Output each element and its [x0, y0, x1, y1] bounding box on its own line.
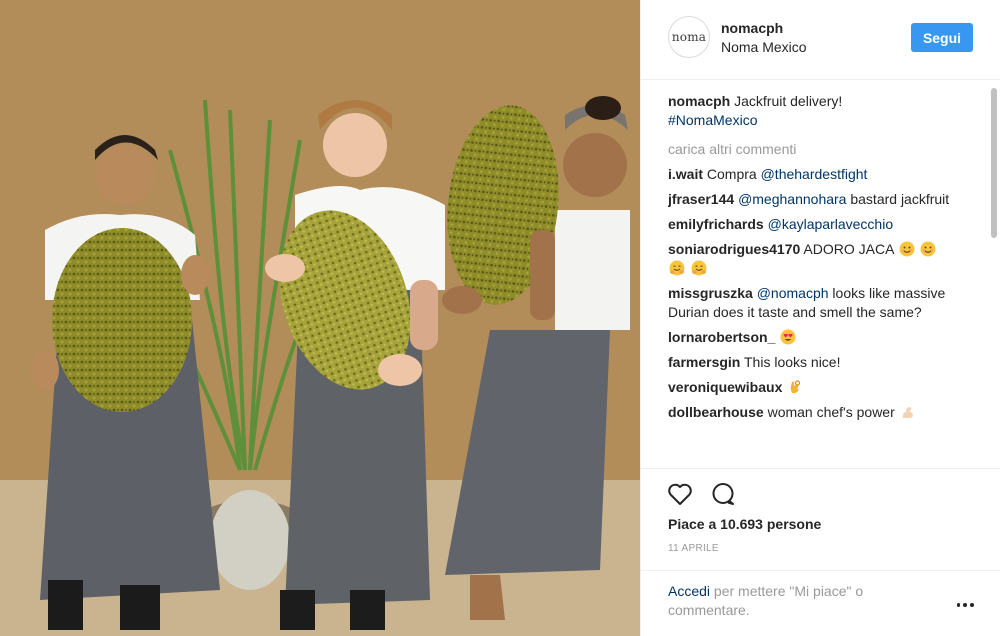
heart-eyes-emoji-icon: [780, 329, 796, 345]
hugging-face-emoji-icon: [669, 260, 685, 276]
comment-username[interactable]: jfraser144: [668, 191, 734, 207]
flexed-arm-emoji-icon: [902, 407, 913, 418]
comment-text: ADORO JACA: [803, 241, 894, 257]
comment-text: bastard jackfruit: [846, 191, 950, 207]
comment-item: jfraser144 @meghannohara bastard jackfru…: [668, 190, 958, 209]
caption-hashtag[interactable]: #NomaMexico: [668, 112, 757, 128]
post-caption: nomacph Jackfruit delivery! #NomaMexico: [668, 92, 958, 130]
smiling-face-emoji-icon: [920, 241, 936, 257]
caption-username[interactable]: nomacph: [668, 93, 730, 109]
load-more-comments-link[interactable]: carica altri commenti: [668, 140, 958, 159]
heart-outline-icon[interactable]: [666, 480, 694, 508]
comments-scrollbar[interactable]: [990, 80, 998, 470]
comment-text: Compra: [706, 166, 761, 182]
jackfruit-photo-illustration: [0, 0, 640, 636]
avatar[interactable]: noma: [668, 16, 710, 58]
comment-username[interactable]: soniarodrigues4170: [668, 241, 800, 257]
post-details-panel: noma nomacph Noma Mexico Segui nomacph J…: [640, 0, 1000, 636]
comment-username[interactable]: emilyfrichards: [668, 216, 764, 232]
avatar-logo-text: noma: [671, 30, 707, 44]
caption-text: Jackfruit delivery!: [734, 93, 843, 109]
comment-item: veroniquewibaux: [668, 378, 958, 397]
post-photo: [0, 0, 640, 636]
comment-username[interactable]: farmersgin: [668, 354, 740, 370]
comment-item: dollbearhouse woman chef's power: [668, 403, 958, 422]
login-link[interactable]: Accedi: [668, 583, 710, 599]
comment-item: emilyfrichards @kaylaparlavecchio: [668, 215, 958, 234]
ok-hand-emoji-icon: [790, 380, 801, 393]
comment-bubble-icon[interactable]: [709, 480, 737, 508]
comment-mention[interactable]: @kaylaparlavecchio: [768, 216, 894, 232]
comment-item: soniarodrigues4170 ADORO JACA: [668, 240, 958, 278]
smiling-face-emoji-icon: [899, 241, 915, 257]
comment-username[interactable]: i.wait: [668, 166, 703, 182]
post-username[interactable]: nomacph: [721, 20, 783, 36]
comment-text: woman chef's power: [767, 404, 895, 420]
comment-username[interactable]: dollbearhouse: [668, 404, 764, 420]
comment-mention[interactable]: @meghannohara: [738, 191, 846, 207]
comment-item: farmersgin This looks nice!: [668, 353, 958, 372]
comments-list: nomacph Jackfruit delivery! #NomaMexico …: [668, 92, 958, 462]
comment-text: This looks nice!: [744, 354, 841, 370]
comment-item: missgruszka @nomacph looks like massive …: [668, 284, 958, 322]
more-options-icon[interactable]: [955, 597, 975, 613]
instagram-post: noma nomacph Noma Mexico Segui nomacph J…: [0, 0, 1000, 636]
comment-mention[interactable]: @nomacph: [757, 285, 829, 301]
comment-username[interactable]: lornarobertson_: [668, 329, 775, 345]
post-location[interactable]: Noma Mexico: [721, 39, 807, 55]
comment-item: lornarobertson_: [668, 328, 958, 347]
post-header: noma nomacph Noma Mexico Segui: [641, 0, 1000, 80]
comment-item: i.wait Compra @thehardestfight: [668, 165, 958, 184]
follow-button[interactable]: Segui: [911, 23, 973, 52]
post-date[interactable]: 11 APRILE: [668, 543, 719, 554]
login-footer: Accedi per mettere "Mi piace" o commenta…: [641, 570, 1000, 636]
comment-mention[interactable]: @thehardestfight: [761, 166, 868, 182]
scrollbar-thumb[interactable]: [991, 88, 997, 238]
hugging-face-emoji-icon: [691, 260, 707, 276]
likes-count[interactable]: Piace a 10.693 persone: [668, 516, 821, 532]
comment-username[interactable]: veroniquewibaux: [668, 379, 782, 395]
login-prompt: Accedi per mettere "Mi piace" o commenta…: [668, 582, 918, 620]
comment-username[interactable]: missgruszka: [668, 285, 753, 301]
